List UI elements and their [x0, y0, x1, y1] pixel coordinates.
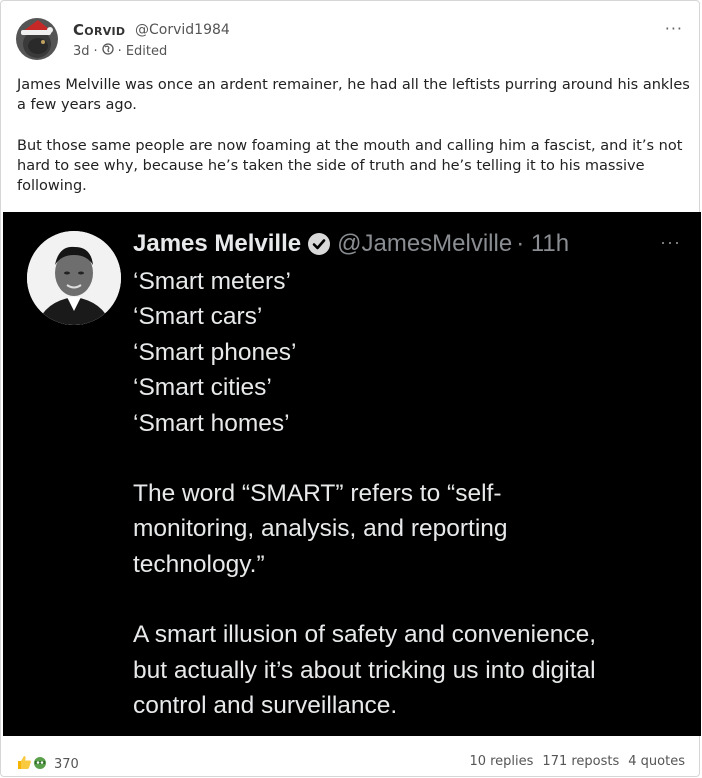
embedded-tweet-image[interactable]: James Melville @JamesMelville · 11h ··· …: [3, 212, 701, 736]
separator-dot: ·: [117, 43, 122, 59]
tweet-author-handle: @JamesMelville: [337, 230, 513, 257]
post-paragraph: James Melville was once an ardent remain…: [17, 77, 690, 113]
post-body: James Melville was once an ardent remain…: [17, 75, 693, 217]
tweet-line: control and surveillance.: [133, 692, 398, 720]
separator-dot: ·: [93, 43, 98, 59]
author-name[interactable]: Corvid: [73, 21, 125, 39]
tweet-line: A smart illusion of safety and convenien…: [133, 621, 597, 649]
reaction-count: 370: [54, 756, 79, 772]
tweet-author-name: James Melville: [133, 230, 302, 257]
post-footer: 370 10 replies 171 reposts 4 quotes: [1, 744, 701, 778]
tweet-line: but actually it’s about tricking us into…: [133, 656, 596, 684]
reposts-link[interactable]: 171 reposts: [542, 754, 619, 769]
tweet-line: ‘Smart cities’: [133, 374, 272, 402]
author-avatar[interactable]: [16, 18, 58, 60]
tweet-avatar: [27, 231, 121, 325]
reaction-icon: [32, 754, 48, 774]
thumbs-up-icon: [16, 754, 32, 774]
post-stats: 10 replies 171 reposts 4 quotes: [469, 754, 685, 769]
reactions[interactable]: 370: [16, 754, 79, 774]
post-meta: 3d · · Edited: [73, 43, 167, 59]
quotes-link[interactable]: 4 quotes: [628, 754, 685, 769]
edited-label: Edited: [125, 43, 168, 59]
tweet-more-icon: ···: [660, 232, 681, 252]
tweet-line: ‘Smart homes’: [133, 409, 290, 437]
verified-icon: [307, 232, 331, 256]
tweet-line: ‘Smart meters’: [133, 268, 291, 295]
tweet-text: ‘Smart meters’ ‘Smart cars’ ‘Smart phone…: [133, 264, 693, 723]
author-handle[interactable]: @Corvid1984: [135, 22, 230, 38]
post-card: Corvid @Corvid1984 3d · · Edited ··· Jam…: [0, 0, 701, 778]
post-age[interactable]: 3d: [73, 44, 90, 59]
tweet-line: monitoring, analysis, and reporting: [133, 515, 508, 543]
tweet-time: · 11h: [516, 230, 570, 257]
replies-link[interactable]: 10 replies: [469, 754, 533, 769]
tweet-line: The word “SMART” refers to “self-: [133, 480, 502, 508]
tweet-header: James Melville @JamesMelville · 11h: [133, 230, 569, 258]
post-paragraph: But those same people are now foaming at…: [17, 138, 683, 194]
tweet-line: technology.”: [133, 550, 265, 578]
tweet-line: ‘Smart phones’: [133, 338, 297, 366]
globe-icon: [102, 43, 114, 59]
more-options-icon[interactable]: ···: [665, 19, 683, 38]
tweet-line: ‘Smart cars’: [133, 303, 263, 331]
